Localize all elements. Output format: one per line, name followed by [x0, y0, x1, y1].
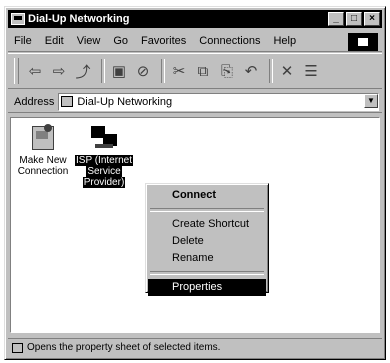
properties-icon[interactable]: ☰ [301, 59, 321, 83]
context-menu-create-shortcut[interactable]: Create Shortcut [148, 216, 266, 233]
menu-go[interactable]: Go [113, 35, 128, 47]
address-label: Address [14, 95, 55, 108]
window-title: Dial-Up Networking [28, 13, 130, 25]
close-button[interactable]: × [364, 12, 380, 26]
undo-icon[interactable]: ↶ [241, 59, 261, 83]
paste-icon[interactable]: ⎘ [217, 59, 237, 83]
address-dropdown-button[interactable]: ▼ [364, 93, 378, 108]
dialup-folder-icon [61, 96, 74, 107]
map-drive-icon[interactable]: ▣ [109, 59, 129, 83]
title-bar[interactable]: Dial-Up Networking _ □ × [8, 10, 382, 28]
delete-icon[interactable]: ✕ [277, 59, 297, 83]
isp-connection-label: ISP (Internet Service Provider) [75, 155, 133, 188]
up-folder-icon[interactable]: ⤴ [73, 59, 93, 83]
menu-separator [150, 271, 264, 275]
address-value: Dial-Up Networking [77, 95, 173, 108]
menu-help[interactable]: Help [273, 35, 296, 47]
back-icon[interactable]: ⇦ [25, 59, 45, 83]
toolbar-separator [269, 59, 273, 83]
isp-connection-item[interactable]: ISP (Internet Service Provider) [71, 124, 137, 188]
menu-separator [150, 208, 264, 212]
disconnect-icon[interactable]: ⊘ [133, 59, 153, 83]
status-text: Opens the property sheet of selected ite… [27, 342, 221, 353]
context-menu-rename[interactable]: Rename [148, 250, 266, 267]
windows-logo-icon [348, 33, 378, 51]
status-icon [12, 342, 23, 353]
forward-icon[interactable]: ⇨ [49, 59, 69, 83]
menu-connections[interactable]: Connections [199, 35, 260, 47]
menu-edit[interactable]: Edit [45, 35, 64, 47]
context-menu-delete[interactable]: Delete [148, 233, 266, 250]
toolbar-grip[interactable] [14, 58, 19, 84]
dialup-connection-icon [89, 124, 119, 152]
address-field[interactable]: Dial-Up Networking ▼ [58, 92, 379, 111]
dialup-app-icon [11, 13, 25, 25]
menu-bar: File Edit View Go Favorites Connections … [8, 31, 382, 52]
make-new-connection-item[interactable]: Make New Connection [13, 124, 73, 177]
menu-view[interactable]: View [77, 35, 101, 47]
maximize-button[interactable]: □ [346, 12, 362, 26]
copy-icon[interactable]: ⧉ [193, 59, 213, 83]
menu-file[interactable]: File [14, 35, 32, 47]
context-menu-connect[interactable]: Connect [148, 187, 266, 204]
menu-favorites[interactable]: Favorites [141, 35, 186, 47]
minimize-button[interactable]: _ [328, 12, 344, 26]
toolbar-separator [101, 59, 105, 83]
context-menu: Connect Create Shortcut Delete Rename Pr… [145, 183, 269, 296]
address-bar: Address Dial-Up Networking ▼ [8, 91, 382, 113]
toolbar: ⇦ ⇨ ⤴ ▣ ⊘ ✂ ⧉ ⎘ ↶ ✕ ☰ [8, 53, 382, 89]
cut-icon[interactable]: ✂ [169, 59, 189, 83]
context-menu-properties[interactable]: Properties [148, 279, 266, 296]
make-new-connection-label: Make New Connection [17, 155, 69, 177]
make-new-connection-icon [28, 124, 58, 152]
status-bar: Opens the property sheet of selected ite… [8, 338, 382, 356]
toolbar-separator [161, 59, 165, 83]
